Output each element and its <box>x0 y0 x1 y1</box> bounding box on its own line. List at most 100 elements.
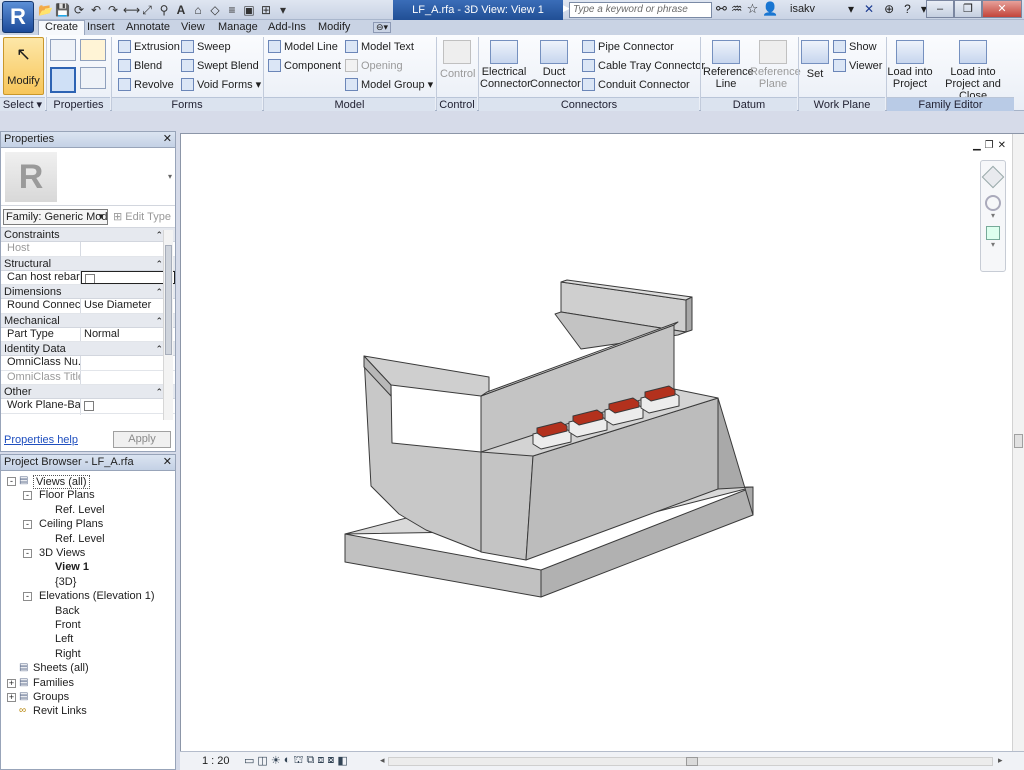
tab-insert[interactable]: Insert <box>87 21 115 35</box>
user-icon[interactable]: 👤 <box>762 1 778 17</box>
load-into-project-button[interactable]: Load into Project <box>887 40 933 90</box>
ribbon-minimize-icon[interactable]: ⊖▾ <box>373 22 392 33</box>
aligned-dimension-icon[interactable]: ⤢ <box>140 3 154 18</box>
apply-button[interactable]: Apply <box>113 431 171 448</box>
close-icon[interactable]: ✕ <box>163 132 172 147</box>
shadows-icon[interactable]: ◐ <box>284 754 291 768</box>
scroll-right-icon[interactable]: ▸ <box>998 755 1003 766</box>
save-icon[interactable]: 💾 <box>55 3 70 17</box>
undo-icon[interactable]: ↶ <box>89 3 103 17</box>
thin-lines-icon[interactable]: ≡ <box>225 3 239 17</box>
property-group-constraints[interactable]: Constraints ⌃ <box>1 228 175 242</box>
property-group-structural[interactable]: Structural ⌃ <box>1 256 175 271</box>
collapse-chevron-icon[interactable]: ⌃ <box>155 342 163 356</box>
browser-item[interactable]: View 1 <box>55 561 89 573</box>
family-selector[interactable]: Family: Generic Mod ▼ <box>3 209 108 225</box>
subscription-icon[interactable]: ♒ <box>731 1 743 17</box>
temporary-hide-icon[interactable]: ⧇ <box>327 754 334 768</box>
measure-icon[interactable]: ⟷ <box>123 3 140 17</box>
duct-connector-button[interactable]: Duct Connector <box>530 40 581 90</box>
extrusion-button[interactable]: Extrusion <box>118 40 180 53</box>
view-scale[interactable]: 1 : 20 <box>202 755 230 767</box>
load-into-project-and-close-button[interactable]: Load into Project and Close <box>935 40 1011 102</box>
browser-item[interactable]: Front <box>55 619 81 631</box>
search-input[interactable]: Type a keyword or phrase <box>569 2 712 18</box>
properties-icon[interactable] <box>50 67 76 93</box>
modify-button[interactable]: ↖ Modify <box>3 37 44 95</box>
hide-crop-icon[interactable]: ⧈ <box>317 754 324 768</box>
close-hidden-icon[interactable]: ▣ <box>242 3 256 17</box>
browser-item[interactable]: Groups <box>33 691 69 703</box>
render-icon[interactable]: ⛫ <box>293 754 303 768</box>
model-text-button[interactable]: Model Text <box>345 40 414 53</box>
checkbox-empty-icon[interactable] <box>85 273 95 284</box>
browser-item[interactable]: Ref. Level <box>55 533 105 545</box>
properties-help-link[interactable]: Properties help <box>4 434 78 446</box>
model-line-button[interactable]: Model Line <box>268 40 338 53</box>
section-icon[interactable]: ◇ <box>208 3 222 17</box>
collapse-toggle-icon[interactable]: - <box>23 520 32 530</box>
family-category-icon[interactable] <box>50 39 76 61</box>
redo-icon[interactable]: ↷ <box>106 3 120 17</box>
tab-create[interactable]: Create <box>38 20 86 36</box>
property-value[interactable]: Normal <box>81 328 175 342</box>
3d-view-icon[interactable]: ⌂ <box>191 3 205 17</box>
detail-level-icon[interactable]: ▭ <box>244 754 254 768</box>
properties-scroll-thumb[interactable] <box>165 245 172 355</box>
maximize-button[interactable]: ❐ <box>954 0 982 18</box>
conduit-connector-button[interactable]: Conduit Connector <box>582 78 690 91</box>
collapse-chevron-icon[interactable]: ⌃ <box>155 285 163 299</box>
sync-icon[interactable]: ⟳ <box>72 3 86 17</box>
browser-item[interactable]: Left <box>55 633 73 645</box>
collapse-toggle-icon[interactable]: - <box>23 549 32 558</box>
browser-item[interactable]: Sheets (all) <box>33 662 89 674</box>
tab-annotate[interactable]: Annotate <box>126 21 170 35</box>
property-value[interactable] <box>81 356 175 370</box>
switch-windows-icon[interactable]: ⊞ <box>259 3 273 17</box>
favorites-icon[interactable]: ☆ <box>747 1 759 17</box>
expand-toggle-icon[interactable]: + <box>7 678 16 688</box>
blend-button[interactable]: Blend <box>118 59 162 72</box>
collapse-chevron-icon[interactable]: ⌃ <box>155 257 163 271</box>
revolve-button[interactable]: Revolve <box>118 78 174 91</box>
property-checkbox[interactable]: ✓ <box>81 414 175 416</box>
visual-style-icon[interactable]: ◫ <box>257 754 267 768</box>
horizontal-scrollbar[interactable] <box>388 757 993 766</box>
browser-item[interactable]: Elevations (Elevation 1) <box>39 590 155 602</box>
browser-item[interactable]: 3D Views <box>39 547 85 559</box>
property-group-other[interactable]: Other ⌃ <box>1 385 175 399</box>
select-panel-label[interactable]: Select ▾ <box>0 97 45 111</box>
browser-item[interactable]: {3D} <box>55 576 76 588</box>
checkbox-empty-icon[interactable] <box>84 401 94 411</box>
tab-view[interactable]: View <box>181 21 205 35</box>
properties-scrollbar[interactable] <box>163 230 173 420</box>
collapse-toggle-icon[interactable]: - <box>7 477 16 486</box>
sun-path-icon[interactable]: ☀ <box>271 754 281 768</box>
swept-blend-button[interactable]: Swept Blend <box>181 59 259 72</box>
text-icon[interactable]: A <box>174 3 188 17</box>
set-work-plane-button[interactable]: Set <box>800 40 830 80</box>
property-value[interactable] <box>81 371 175 385</box>
sweep-button[interactable]: Sweep <box>181 40 231 53</box>
type-selector-chevron-icon[interactable]: ▾ <box>168 172 172 181</box>
user-menu-chevron-icon[interactable]: ▾ <box>848 2 854 16</box>
scroll-left-icon[interactable]: ◂ <box>380 755 385 766</box>
collapse-chevron-icon[interactable]: ⌃ <box>155 385 163 399</box>
property-group-identity-data[interactable]: Identity Data ⌃ <box>1 342 175 356</box>
family-types-icon[interactable] <box>80 39 106 61</box>
show-work-plane-button[interactable]: Show <box>833 40 877 53</box>
type-selector[interactable]: R ▾ <box>1 148 175 206</box>
app-menu-button[interactable]: R <box>2 1 34 33</box>
component-button[interactable]: Component <box>268 59 341 72</box>
property-value[interactable]: Use Diameter <box>81 299 175 313</box>
collapse-toggle-icon[interactable]: - <box>23 592 32 602</box>
opening-button[interactable]: Opening <box>345 59 403 72</box>
open-icon[interactable]: 📂 <box>38 3 53 17</box>
browser-item[interactable]: Ceiling Plans <box>39 518 103 530</box>
horizontal-scroll-thumb[interactable] <box>686 757 698 766</box>
3d-model-view[interactable] <box>181 134 1021 749</box>
viewer-button[interactable]: Viewer <box>833 59 882 72</box>
reveal-hidden-icon[interactable]: ◧ <box>337 754 347 768</box>
browser-item[interactable]: Right <box>55 648 81 660</box>
property-value[interactable] <box>81 242 175 256</box>
